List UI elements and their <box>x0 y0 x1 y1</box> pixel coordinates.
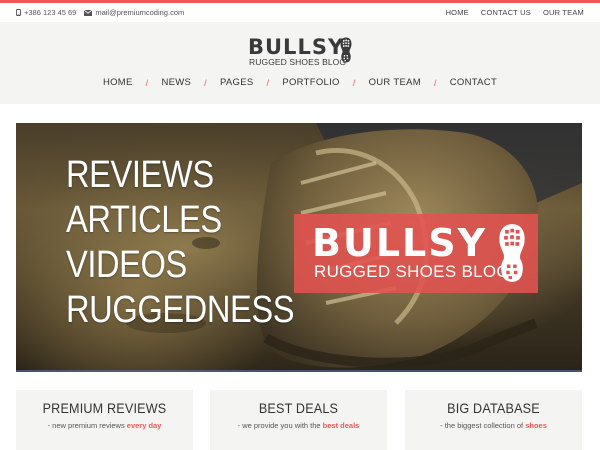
logo-brand: BULLSY <box>248 35 345 59</box>
slider-progress-line <box>16 370 582 372</box>
feature-boxes: PREMIUM REVIEWS - new premium reviews ev… <box>16 390 582 450</box>
nav-item-our-team[interactable]: OUR TEAM <box>369 77 421 88</box>
feature-title: BIG DATABASE <box>447 400 540 416</box>
feature-subtitle: - we provide you with the best deals <box>210 421 387 430</box>
feature-title: BEST DEALS <box>258 400 339 416</box>
nav-separator: / <box>352 77 356 88</box>
toplink-home[interactable]: HOME <box>446 8 469 17</box>
hero-word: VIDEOS <box>66 244 187 286</box>
nav-separator: / <box>433 77 437 88</box>
feature-highlight: best deals <box>322 421 360 430</box>
phone-contact: +386 123 45 69 <box>16 8 76 17</box>
site-header: BULLSY RUGGED SHOES BLOG <box>0 22 600 104</box>
feature-subtitle-text: - we provide you with the <box>237 421 323 430</box>
hero-word: REVIEWS <box>66 154 214 196</box>
top-links: HOME CONTACT US OUR TEAM <box>446 8 584 17</box>
toplink-contact-us[interactable]: CONTACT US <box>481 8 531 17</box>
feature-title: PREMIUM REVIEWS <box>42 400 167 416</box>
nav-item-home[interactable]: HOME <box>103 77 133 88</box>
nav-item-pages[interactable]: PAGES <box>220 77 254 88</box>
hero-logo-badge: BULLSY RUGGED SHOES BLOG <box>294 214 538 293</box>
feature-subtitle: - new premium reviews every day <box>16 421 193 430</box>
nav-item-portfolio[interactable]: PORTFOLIO <box>282 77 339 88</box>
logo-tagline: RUGGED SHOES BLOG <box>249 57 347 67</box>
feature-box-best-deals[interactable]: BEST DEALS - we provide you with the bes… <box>210 390 387 450</box>
envelope-icon <box>84 9 93 16</box>
nav-separator: / <box>204 77 207 88</box>
nav-item-contact[interactable]: CONTACT <box>450 77 497 88</box>
contact-info: +386 123 45 69 mail@premiumcoding.com <box>16 8 184 17</box>
phone-icon <box>16 9 21 16</box>
feature-subtitle: - the biggest collection of shoes <box>405 421 582 430</box>
hero-headline-words: REVIEWS ARTICLES VIDEOS RUGGEDNESS <box>66 153 295 333</box>
hero-slider[interactable]: REVIEWS ARTICLES VIDEOS RUGGEDNESS BULLS… <box>16 123 582 372</box>
boot-sole-icon <box>499 224 525 282</box>
feature-subtitle-text: - new premium reviews <box>47 421 127 430</box>
hero-word: RUGGEDNESS <box>66 289 295 331</box>
hero-word: ARTICLES <box>66 199 222 241</box>
site-logo[interactable]: BULLSY RUGGED SHOES BLOG <box>248 36 354 70</box>
phone-number: +386 123 45 69 <box>24 8 77 17</box>
badge-brand: BULLSY <box>312 221 488 265</box>
feature-highlight: shoes <box>525 421 547 430</box>
feature-box-big-database[interactable]: BIG DATABASE - the biggest collection of… <box>405 390 582 450</box>
nav-item-news[interactable]: NEWS <box>161 77 191 88</box>
main-navigation: HOME / NEWS / PAGES / PORTFOLIO / OUR TEAM / … <box>0 77 600 88</box>
top-bar: +386 123 45 69 mail@premiumcoding.com HO… <box>0 3 600 22</box>
feature-highlight: every day <box>126 421 162 430</box>
email-address[interactable]: mail@premiumcoding.com <box>95 8 184 17</box>
toplink-our-team[interactable]: OUR TEAM <box>543 8 584 17</box>
badge-tagline: RUGGED SHOES BLOG <box>314 262 510 281</box>
nav-separator: / <box>145 77 149 88</box>
boot-sole-icon <box>340 37 352 63</box>
email-contact[interactable]: mail@premiumcoding.com <box>84 8 184 17</box>
feature-box-premium-reviews[interactable]: PREMIUM REVIEWS - new premium reviews ev… <box>16 390 193 450</box>
nav-separator: / <box>266 77 270 88</box>
feature-subtitle-text: - the biggest collection of <box>440 421 526 430</box>
